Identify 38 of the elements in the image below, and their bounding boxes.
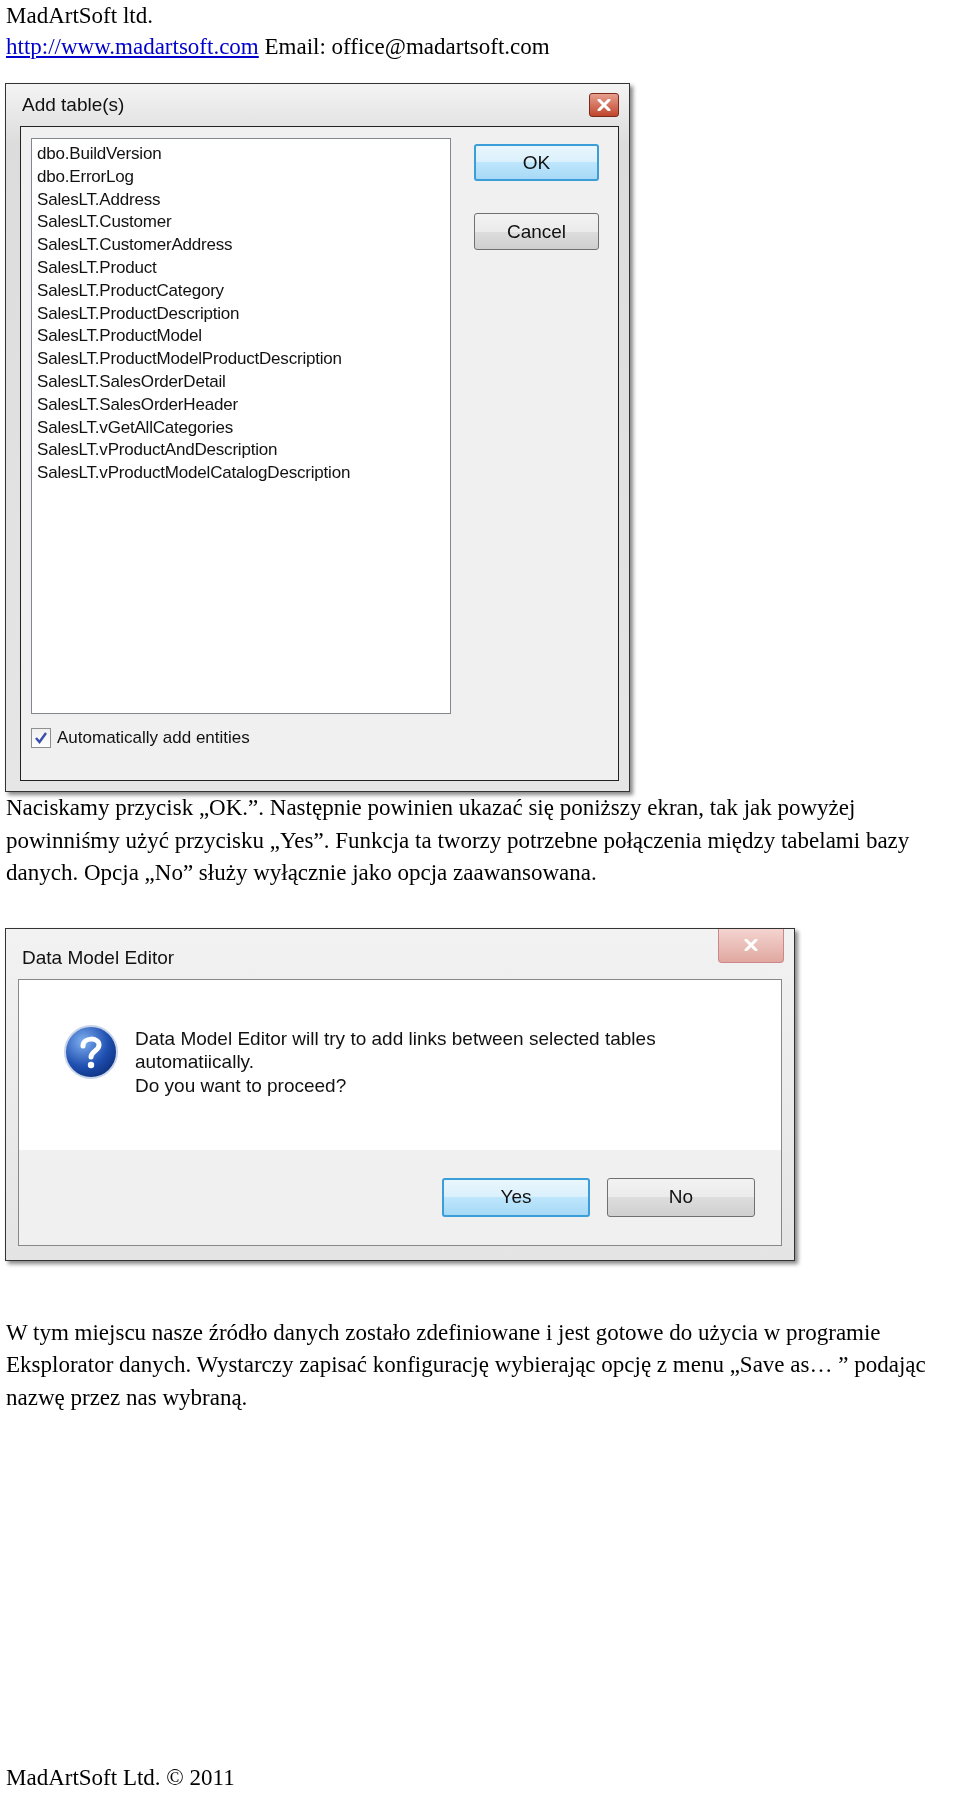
checkbox-label: Automatically add entities [57,728,250,748]
close-button[interactable] [718,928,784,963]
email-text: Email: office@madartsoft.com [264,34,550,59]
website-link[interactable]: http://www.madartsoft.com [6,34,259,59]
table-list-item[interactable]: SalesLT.ProductCategory [37,279,445,303]
yes-button[interactable]: Yes [442,1177,590,1217]
table-list-item[interactable]: SalesLT.ProductModel [37,325,445,349]
close-icon [597,99,611,111]
table-list-item[interactable]: SalesLT.Product [37,257,445,280]
dialog-title: Data Model Editor [22,946,175,969]
table-list-item[interactable]: SalesLT.CustomerAddress [37,234,445,257]
check-icon [34,731,48,745]
footer-text: MadArtSoft Ltd. © 2011 [6,1765,235,1790]
paragraph: W tym miejscu nasze źródło danych zostało zdefiniowane i jest gotowe do użycia w programie Eksplorator danych. Wystarczy zapisać konfigurację wybierając opcję z menu „Save as… ” podając nazwę przez nas wybraną. [5,1318,927,1412]
table-list-item[interactable]: SalesLT.vProductModelCatalogDescription [37,462,445,485]
checkbox[interactable] [31,728,51,748]
paragraph: Naciskamy przycisk „OK.”. Następnie powinien ukazać się poniższy ekran, tak jak powyżej powinniśmy użyć przycisku „Yes”. Funkcja ta tworzy potrzebne połączenia między tabelami bazy danych. Opcja „No” służy wyłącznie jako opcja zaawansowana. [5,794,911,887]
ok-button[interactable]: OK [474,144,599,181]
table-list-item[interactable]: SalesLT.SalesOrderDetail [37,370,445,394]
table-list-item[interactable]: SalesLT.vProductAndDescription [37,439,445,463]
message-text: Data Model Editor will try to add links between selected tables [135,1026,656,1050]
message-text: automatiically. [135,1050,255,1074]
close-button[interactable] [589,93,619,117]
table-list-item[interactable]: SalesLT.ProductDescription [37,302,445,326]
table-list-item[interactable]: SalesLT.ProductModelProductDescription [37,348,445,371]
no-button[interactable]: No [607,1177,755,1217]
table-list-item[interactable]: SalesLT.Customer [37,211,445,235]
table-list-item[interactable]: dbo.BuildVersion [37,143,445,166]
message-text: Do you want to proceed? [135,1073,348,1097]
dialog-title: Add table(s) [22,94,125,116]
close-icon [744,939,758,951]
table-list-item[interactable]: SalesLT.SalesOrderHeader [37,393,445,417]
table-list-item[interactable]: SalesLT.Address [37,188,445,212]
table-list-item[interactable]: dbo.ErrorLog [37,165,445,189]
cancel-button[interactable]: Cancel [474,213,599,250]
question-icon [63,1023,119,1080]
table-list-item[interactable]: SalesLT.vGetAllCategories [37,416,445,440]
company-name: MadArtSoft ltd. [6,3,153,28]
